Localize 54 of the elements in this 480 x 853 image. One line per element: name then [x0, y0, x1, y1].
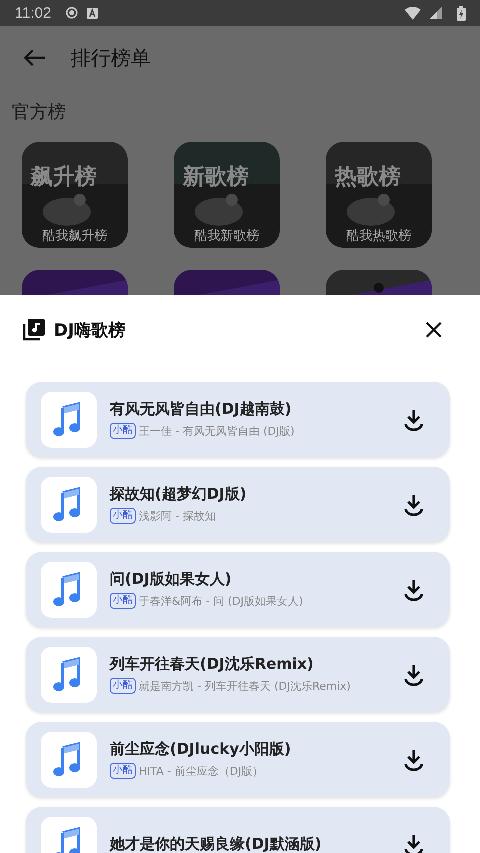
download-icon[interactable]	[404, 664, 424, 686]
song-artist: HITA - 前尘应念（DJ版）	[139, 764, 264, 778]
source-tag: 小酷	[110, 508, 136, 524]
music-note-icon	[41, 732, 97, 788]
battery-icon	[457, 6, 466, 20]
source-tag: 小酷	[110, 593, 136, 609]
song-title: 前尘应念(DJlucky小阳版)	[110, 740, 292, 759]
song-title: 列车开往春天(DJ沈乐Remix)	[110, 655, 315, 674]
board-card[interactable]: 飙升榜 酷我飙升榜	[22, 142, 128, 248]
source-tag: 小酷	[110, 763, 136, 779]
cover-title: 热歌榜	[335, 164, 401, 192]
source-tag: 小酷	[110, 678, 136, 694]
back-icon[interactable]	[24, 49, 46, 67]
board-label: 酷我新歌榜	[194, 228, 260, 245]
status-time: 11:02	[15, 4, 52, 22]
song-row[interactable]: 前尘应念(DJlucky小阳版) 小酷 HITA - 前尘应念（DJ版）	[26, 722, 450, 797]
cover-title: 新歌榜	[183, 164, 249, 192]
board-label: 酷我飙升榜	[42, 228, 108, 245]
board-card[interactable]: 热歌榜 酷我热歌榜	[326, 142, 432, 248]
wifi-icon	[405, 6, 421, 20]
song-artist: 王一佳 - 有风无风皆自由 (DJ版)	[139, 424, 295, 438]
download-icon[interactable]	[404, 494, 424, 516]
song-title: 探故知(超梦幻DJ版)	[110, 485, 248, 504]
music-note-icon	[41, 562, 97, 618]
board-card[interactable]: 新歌榜 酷我新歌榜	[174, 142, 280, 248]
download-icon[interactable]	[404, 748, 424, 770]
song-row[interactable]: 有风无风皆自由(DJ越南鼓) 小酷 王一佳 - 有风无风皆自由 (DJ版)	[26, 382, 450, 457]
song-row[interactable]: 她才是你的天赐良缘(DJ默涵版)	[26, 807, 450, 853]
playlist-icon	[23, 319, 45, 341]
close-icon[interactable]	[426, 322, 442, 338]
board-label: 酷我热歌榜	[346, 228, 412, 245]
song-row[interactable]: 探故知(超梦幻DJ版) 小酷 浅影阿 - 探故知	[26, 467, 450, 542]
sheet-title: DJ嗨歌榜	[54, 320, 126, 342]
download-icon[interactable]	[404, 834, 424, 853]
cover-title: 飙升榜	[31, 164, 97, 192]
song-title: 问(DJ版如果女人)	[110, 570, 233, 589]
music-note-icon	[41, 392, 97, 448]
signal-icon	[430, 7, 442, 19]
song-artist: 就是南方凯 - 列车开往春天 (DJ沈乐Remix)	[139, 678, 351, 694]
download-icon[interactable]	[404, 578, 424, 600]
section-title: 官方榜	[11, 101, 67, 125]
song-row[interactable]: 列车开往春天(DJ沈乐Remix) 小酷 就是南方凯 - 列车开往春天 (DJ沈乐Remix)	[26, 637, 450, 712]
page-title: 排行榜单	[71, 44, 151, 72]
song-title: 有风无风皆自由(DJ越南鼓)	[110, 400, 293, 419]
download-icon[interactable]	[404, 408, 424, 430]
music-note-icon	[41, 646, 97, 702]
song-artist: 浅影阿 - 探故知	[139, 508, 216, 524]
music-note-icon	[41, 476, 97, 532]
source-tag: 小酷	[110, 423, 136, 439]
record-icon	[66, 7, 78, 19]
song-artist: 于春洋&阿布 - 问 (DJ版如果女人)	[139, 594, 304, 608]
keyboard-icon	[87, 8, 98, 18]
song-row[interactable]: 问(DJ版如果女人) 小酷 于春洋&阿布 - 问 (DJ版如果女人)	[26, 552, 450, 627]
song-title: 她才是你的天赐良缘(DJ默涵版)	[110, 835, 323, 853]
